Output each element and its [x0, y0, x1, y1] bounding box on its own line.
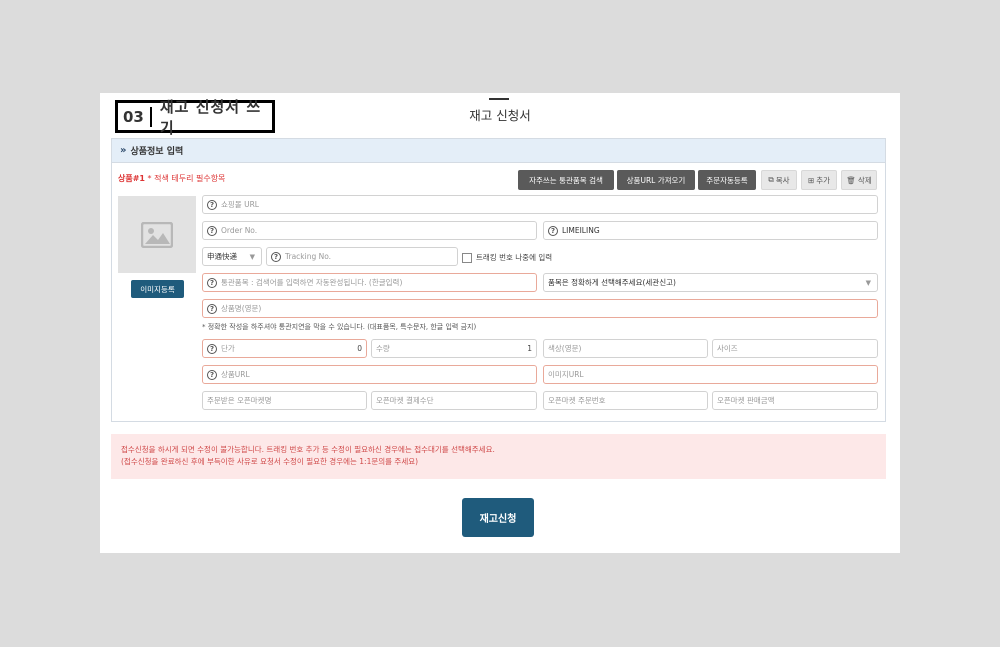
- add-button[interactable]: ⊞ 추가: [801, 170, 837, 190]
- unit-price-placeholder: 단가: [221, 344, 235, 353]
- fetch-url-button[interactable]: 상품URL 가져오기: [617, 170, 695, 190]
- image-url-input[interactable]: 이미지URL: [543, 365, 878, 384]
- market-payment-input[interactable]: 오픈마켓 결제수단: [371, 391, 537, 410]
- product-name-en-placeholder: 상품명(영문): [221, 304, 262, 313]
- step-number: 03: [118, 106, 152, 127]
- tracking-no-input[interactable]: ? Tracking No.: [266, 247, 458, 266]
- quantity-placeholder: 수량: [376, 344, 390, 353]
- market-name-input[interactable]: 주문받은 오픈마켓명: [202, 391, 367, 410]
- image-url-placeholder: 이미지URL: [548, 370, 584, 379]
- input-note: * 정확한 작성을 하주셔야 통관지연을 막을 수 있습니다. (대표품목, 특…: [202, 322, 476, 332]
- mall-url-placeholder: 쇼핑몰 URL: [221, 200, 259, 209]
- market-order-no-placeholder: 오픈마켓 주문번호: [548, 396, 606, 405]
- help-icon: ?: [207, 199, 217, 210]
- unit-price-value: 0: [357, 344, 362, 353]
- order-no-input[interactable]: ? Order No.: [202, 221, 537, 240]
- panel-header: » 상품정보 입력: [112, 139, 885, 163]
- courier-select[interactable]: 申通快递 ▼: [202, 247, 262, 266]
- tracking-later-label: 트래킹 번호 나중에 입력: [476, 253, 553, 262]
- double-chevron-right-icon: »: [120, 145, 127, 156]
- help-icon: ?: [271, 251, 281, 262]
- form-card: 03 재고 신청서 쓰기 재고 신청서 » 상품정보 입력 상품#1 * 적색 …: [100, 93, 900, 553]
- product-number: 상품#1: [118, 174, 145, 183]
- market-payment-placeholder: 오픈마켓 결제수단: [376, 396, 434, 405]
- auto-order-button[interactable]: 주문자동등록: [698, 170, 756, 190]
- customs-search-button[interactable]: 자주쓰는 통관품목 검색: [518, 170, 614, 190]
- tracking-later-checkbox[interactable]: 트래킹 번호 나중에 입력: [462, 252, 552, 263]
- product-url-placeholder: 상품URL: [221, 370, 250, 379]
- help-icon: ?: [207, 343, 217, 354]
- product-url-input[interactable]: ? 상품URL: [202, 365, 537, 384]
- size-input[interactable]: 사이즈: [712, 339, 878, 358]
- dropdown-arrow-icon: ▼: [865, 278, 871, 287]
- image-register-button[interactable]: 이미지등록: [131, 280, 184, 298]
- plus-box-icon: ⊞: [807, 175, 815, 185]
- trash-icon: 🗑: [846, 175, 856, 185]
- quantity-value: 1: [527, 344, 532, 353]
- help-icon: ?: [548, 225, 558, 236]
- step-badge: 03 재고 신청서 쓰기: [115, 98, 275, 137]
- image-icon: [141, 221, 173, 248]
- copy-button[interactable]: ⧉ 복사: [761, 170, 797, 190]
- panel-title: 상품정보 입력: [130, 147, 184, 157]
- copy-icon: ⧉: [768, 175, 774, 184]
- required-note: * 적색 테두리 필수항목: [147, 174, 226, 183]
- note-text: * 정확한 작성을 하주셔야 통관지연을 막을 수 있습니다. (대표품목, 특…: [202, 323, 477, 331]
- warning-box: 접수신청을 하시게 되면 수정이 불가능합니다. 트래킹 번호 추가 등 수정이…: [111, 434, 886, 479]
- checkbox[interactable]: [462, 252, 472, 263]
- customs-item-input[interactable]: ? 통관품목 : 검색어를 입력하면 자동완성됩니다. (한글입력): [202, 273, 537, 292]
- product-name-en-input[interactable]: ? 상품명(영문): [202, 299, 878, 318]
- dropdown-arrow-icon: ▼: [249, 252, 255, 261]
- product-info-panel: » 상품정보 입력 상품#1 * 적색 테두리 필수항목 자주쓰는 통관품목 검…: [111, 138, 886, 422]
- tracking-no-placeholder: Tracking No.: [285, 252, 332, 261]
- delete-label: 삭제: [857, 175, 872, 185]
- unit-price-input[interactable]: ? 단가 0: [202, 339, 367, 358]
- color-placeholder: 색상(영문): [548, 344, 582, 353]
- market-name-placeholder: 주문받은 오픈마켓명: [207, 396, 272, 405]
- submit-stock-request-button[interactable]: 재고신청: [462, 498, 534, 537]
- help-icon: ?: [207, 303, 217, 314]
- copy-label: 복사: [775, 175, 790, 185]
- market-sale-price-input[interactable]: 오픈마켓 판매금액: [712, 391, 878, 410]
- customs-item-placeholder: 통관품목 : 검색어를 입력하면 자동완성됩니다. (한글입력): [221, 278, 403, 287]
- market-order-no-input[interactable]: 오픈마켓 주문번호: [543, 391, 708, 410]
- delete-button[interactable]: 🗑 삭제: [841, 170, 877, 190]
- step-title: 재고 신청서 쓰기: [159, 97, 262, 137]
- warning-line-1: 접수신청을 하시게 되면 수정이 불가능합니다. 트래킹 번호 추가 등 수정이…: [121, 445, 495, 454]
- market-sale-price-placeholder: 오픈마켓 판매금액: [717, 396, 775, 405]
- size-placeholder: 사이즈: [717, 344, 738, 353]
- help-icon: ?: [207, 369, 217, 380]
- title-decoration: [489, 98, 509, 100]
- category-select[interactable]: 품목은 정확하게 선택해주세요(세관신고) ▼: [543, 273, 878, 292]
- warning-line-2: (접수신청을 완료하신 후에 부득이한 사유로 요청서 수정이 필요한 경우에는…: [121, 457, 419, 466]
- color-input[interactable]: 색상(영문): [543, 339, 708, 358]
- help-icon: ?: [207, 277, 217, 288]
- page-title: 재고 신청서: [469, 108, 531, 123]
- courier-value: 申通快递: [207, 252, 237, 261]
- category-value: 품목은 정확하게 선택해주세요(세관신고): [548, 278, 676, 287]
- seller-value: LIMEILING: [562, 226, 600, 235]
- mall-url-input[interactable]: ? 쇼핑몰 URL: [202, 195, 878, 214]
- image-placeholder[interactable]: [118, 196, 196, 273]
- add-label: 추가: [816, 175, 831, 185]
- product-label: 상품#1 * 적색 테두리 필수항목: [118, 173, 225, 184]
- help-icon: ?: [207, 225, 217, 236]
- order-no-placeholder: Order No.: [221, 226, 258, 235]
- quantity-input[interactable]: 수량 1: [371, 339, 537, 358]
- seller-input[interactable]: ? LIMEILING: [543, 221, 878, 240]
